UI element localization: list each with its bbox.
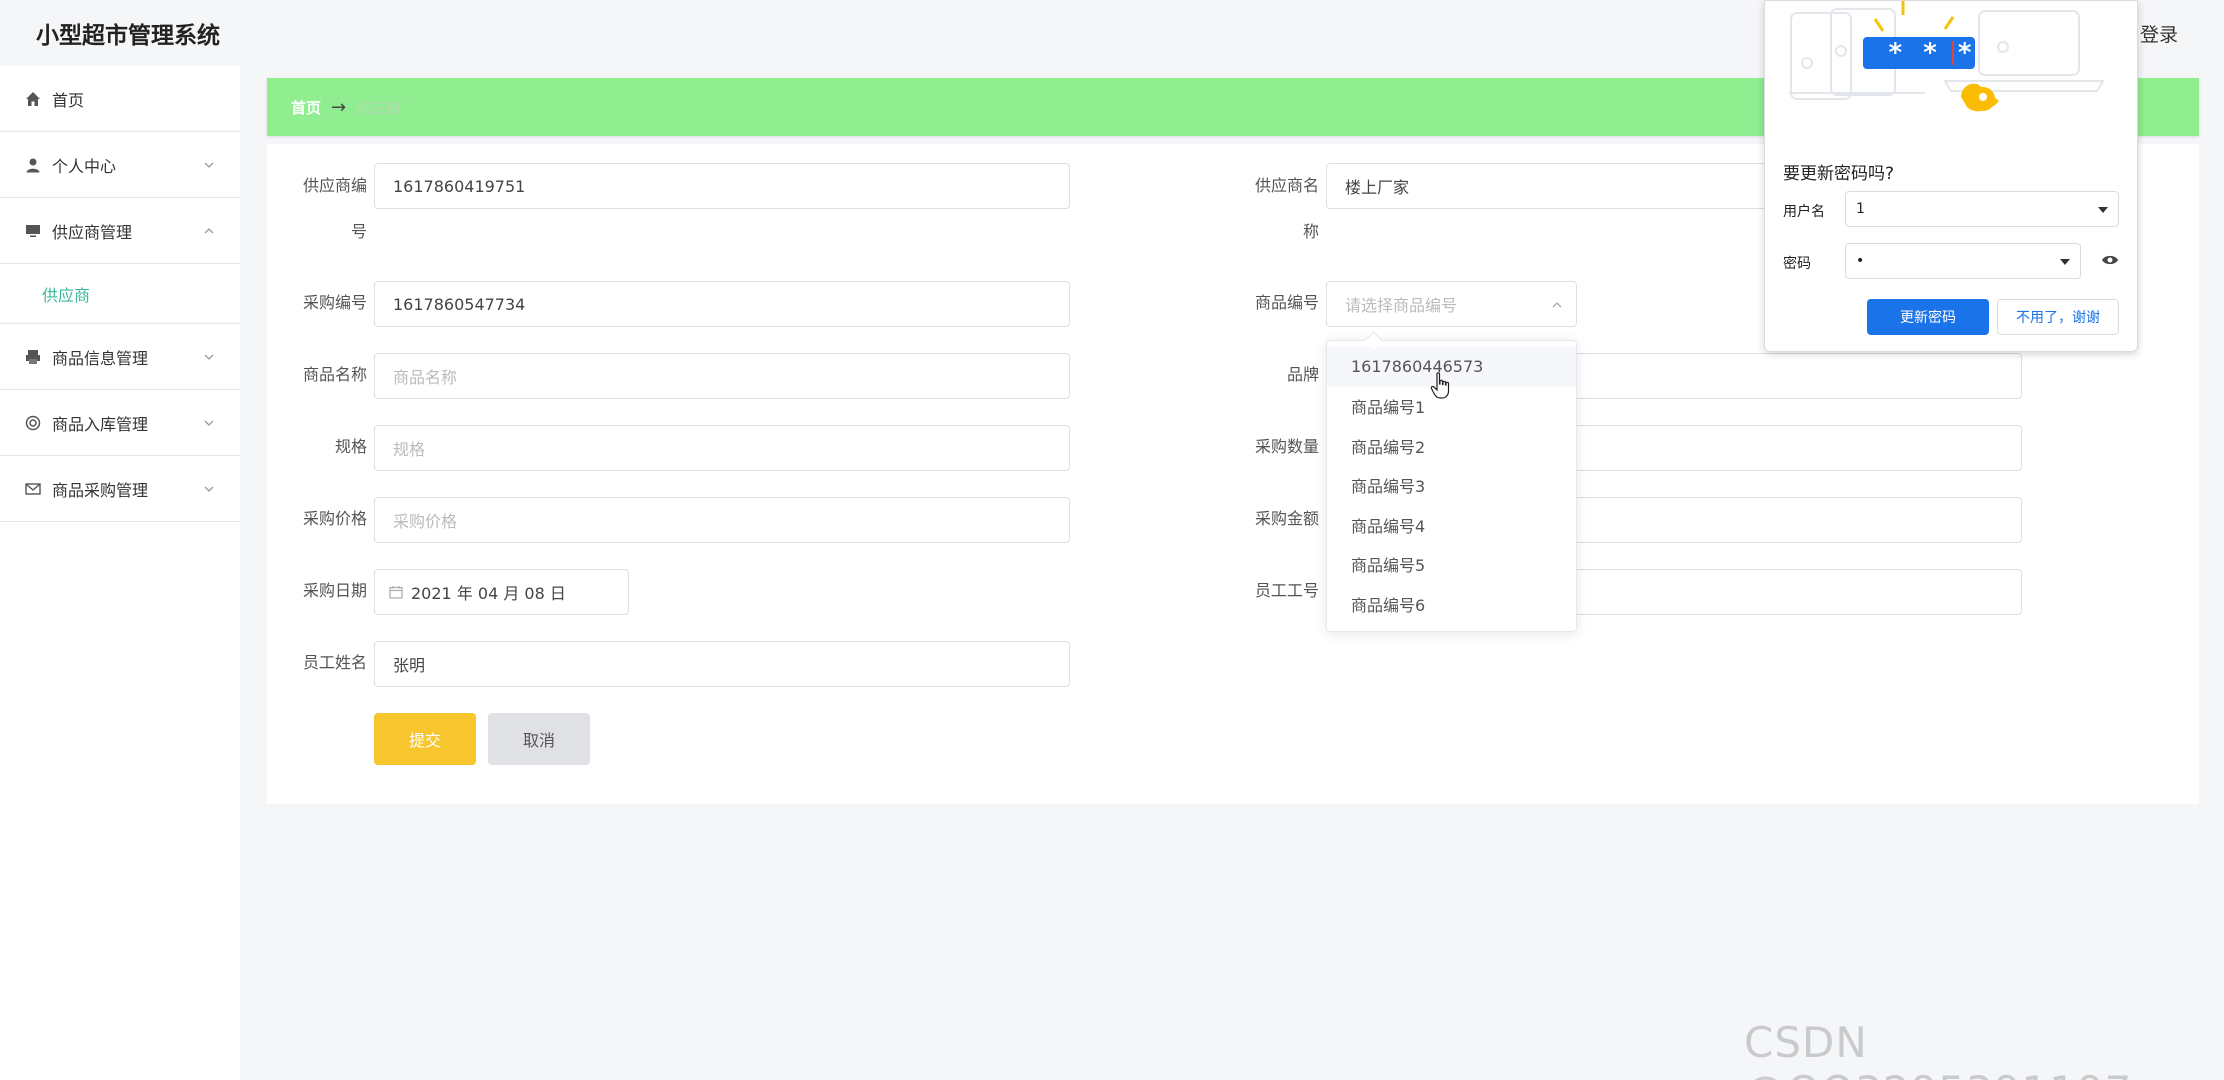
label-line: 供应商名 bbox=[1254, 176, 1319, 195]
password-label: 密码 bbox=[1783, 256, 1811, 272]
spec-label: 规格 bbox=[334, 437, 367, 456]
breadcrumb-current: 供应商 bbox=[356, 98, 402, 117]
dropdown-option[interactable]: 商品编号3 bbox=[1327, 466, 1576, 506]
home-icon bbox=[24, 90, 42, 108]
product-no-label: 商品编号 bbox=[1254, 293, 1319, 312]
sidebar-item-label: 供应商管理 bbox=[52, 222, 133, 242]
sidebar-item-label: 商品信息管理 bbox=[52, 348, 149, 368]
purchase-price-label: 采购价格 bbox=[302, 509, 367, 528]
employee-name-input[interactable]: 张明 bbox=[374, 641, 1070, 687]
caret-down-icon bbox=[2060, 259, 2070, 265]
breadcrumb-arrow-icon: → bbox=[331, 96, 347, 118]
product-no-select[interactable]: 请选择商品编号 bbox=[1326, 281, 1577, 327]
eye-icon[interactable] bbox=[2101, 253, 2119, 267]
product-name-label: 商品名称 bbox=[302, 365, 367, 384]
label-line: 称 bbox=[1302, 222, 1319, 241]
no-thanks-button[interactable]: 不用了，谢谢 bbox=[1997, 299, 2119, 335]
chevron-up-icon bbox=[1552, 302, 1562, 308]
sidebar-item-label: 个人中心 bbox=[52, 156, 117, 176]
purchase-no-label: 采购编号 bbox=[302, 293, 367, 312]
dropdown-option[interactable]: 商品编号5 bbox=[1327, 545, 1576, 585]
supplier-name-label: 供应商名 bbox=[1239, 164, 1319, 208]
mail-icon bbox=[24, 480, 42, 498]
password-update-popup: * * * 要更新密码吗? 用户名 1 密码 • 更新密码 不用了，谢谢 bbox=[1764, 0, 2138, 352]
purchase-date-label: 采购日期 bbox=[302, 581, 367, 600]
purchase-price-input[interactable]: 采购价格 bbox=[374, 497, 1070, 543]
calendar-icon bbox=[389, 586, 403, 599]
supplier-no-label: 供应商编 bbox=[287, 164, 367, 208]
sidebar: 首页 个人中心 供应商管理 供应商 商品信息管理 商品入库管理 商品采购管理 bbox=[0, 66, 240, 1080]
sidebar-item-home[interactable]: 首页 bbox=[0, 66, 240, 132]
password-mask-graphic: * * * bbox=[1888, 38, 1978, 68]
chevron-down-icon bbox=[204, 354, 214, 360]
sidebar-subitem-supplier[interactable]: 供应商 bbox=[0, 264, 240, 324]
dropdown-option[interactable]: 商品编号6 bbox=[1327, 584, 1576, 624]
purchase-qty-label: 采购数量 bbox=[1254, 437, 1319, 456]
app-title: 小型超市管理系统 bbox=[36, 23, 220, 49]
label-line: 供应商编 bbox=[302, 176, 367, 195]
sidebar-item-supplier-management[interactable]: 供应商管理 bbox=[0, 198, 240, 264]
password-value: • bbox=[1856, 253, 1865, 269]
login-link[interactable]: 登录 bbox=[2140, 20, 2178, 47]
breadcrumb-home[interactable]: 首页 bbox=[291, 97, 321, 118]
supplier-name-label-cont: 称 bbox=[1239, 210, 1319, 254]
lifebuoy-icon bbox=[24, 414, 42, 432]
product-name-input[interactable]: 商品名称 bbox=[374, 353, 1070, 399]
sidebar-item-label: 首页 bbox=[52, 90, 85, 110]
cancel-button[interactable]: 取消 bbox=[488, 713, 590, 765]
user-icon bbox=[24, 156, 42, 174]
username-label: 用户名 bbox=[1783, 204, 1825, 220]
product-no-placeholder: 请选择商品编号 bbox=[1345, 296, 1458, 315]
employee-name-label: 员工姓名 bbox=[302, 653, 367, 672]
caret-down-icon bbox=[2098, 207, 2108, 213]
password-popup-title: 要更新密码吗? bbox=[1783, 164, 1895, 184]
update-password-button[interactable]: 更新密码 bbox=[1867, 299, 1989, 335]
sidebar-item-personal-center[interactable]: 个人中心 bbox=[0, 132, 240, 198]
hand-cursor-icon bbox=[1430, 372, 1450, 399]
chevron-down-icon bbox=[204, 420, 214, 426]
sidebar-item-label: 商品入库管理 bbox=[52, 414, 149, 434]
purchase-date-value: 2021 年 04 月 08 日 bbox=[411, 584, 566, 603]
brand-label: 品牌 bbox=[1286, 365, 1319, 384]
password-select[interactable]: • bbox=[1845, 243, 2081, 279]
supplier-no-label-cont: 号 bbox=[287, 210, 367, 254]
username-value: 1 bbox=[1856, 201, 1865, 217]
supplier-no-input[interactable]: 1617860419751 bbox=[374, 163, 1070, 209]
sidebar-item-label: 商品采购管理 bbox=[52, 480, 149, 500]
label-line: 号 bbox=[350, 222, 367, 241]
dropdown-option[interactable]: 商品编号2 bbox=[1327, 426, 1576, 466]
sidebar-item-stock-in-management[interactable]: 商品入库管理 bbox=[0, 390, 240, 456]
purchase-date-picker[interactable]: 2021 年 04 月 08 日 bbox=[374, 569, 629, 615]
spec-input[interactable]: 规格 bbox=[374, 425, 1070, 471]
sidebar-item-product-info-management[interactable]: 商品信息管理 bbox=[0, 324, 240, 390]
username-select[interactable]: 1 bbox=[1845, 191, 2119, 227]
submit-button[interactable]: 提交 bbox=[374, 713, 476, 765]
chevron-down-icon bbox=[204, 486, 214, 492]
dropdown-option[interactable]: 商品编号4 bbox=[1327, 505, 1576, 545]
purchase-no-input[interactable]: 1617860547734 bbox=[374, 281, 1070, 327]
watermark: CSDN @QQ3295391197 bbox=[1744, 1018, 2131, 1080]
printer-icon bbox=[24, 348, 42, 366]
chevron-up-icon bbox=[204, 227, 214, 233]
monitor-icon bbox=[24, 222, 42, 240]
purchase-amount-label: 采购金额 bbox=[1254, 509, 1319, 528]
chevron-down-icon bbox=[204, 162, 214, 168]
sidebar-item-purchase-management[interactable]: 商品采购管理 bbox=[0, 456, 240, 522]
employee-id-label: 员工工号 bbox=[1254, 581, 1319, 600]
